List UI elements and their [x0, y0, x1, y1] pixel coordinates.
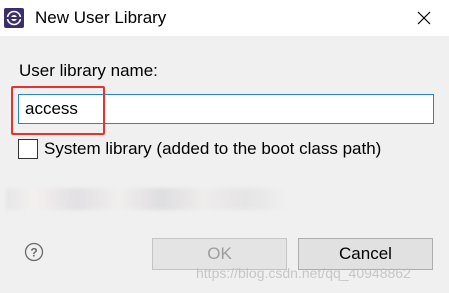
blurred-region: [6, 188, 288, 210]
watermark-text: https://blog.csdn.net/qq_40948862: [196, 265, 411, 281]
window-title: New User Library: [35, 8, 167, 27]
help-icon[interactable]: ?: [24, 242, 44, 262]
svg-text:?: ?: [30, 246, 37, 260]
eclipse-icon: [4, 8, 24, 28]
system-library-checkbox[interactable]: [18, 139, 38, 159]
system-library-label[interactable]: System library (added to the boot class …: [44, 139, 381, 159]
annotation-highlight-box: [11, 86, 105, 135]
close-icon: [417, 11, 431, 25]
title-bar: New User Library: [0, 0, 449, 36]
library-name-label: User library name:: [19, 61, 158, 80]
close-button[interactable]: [404, 0, 444, 36]
